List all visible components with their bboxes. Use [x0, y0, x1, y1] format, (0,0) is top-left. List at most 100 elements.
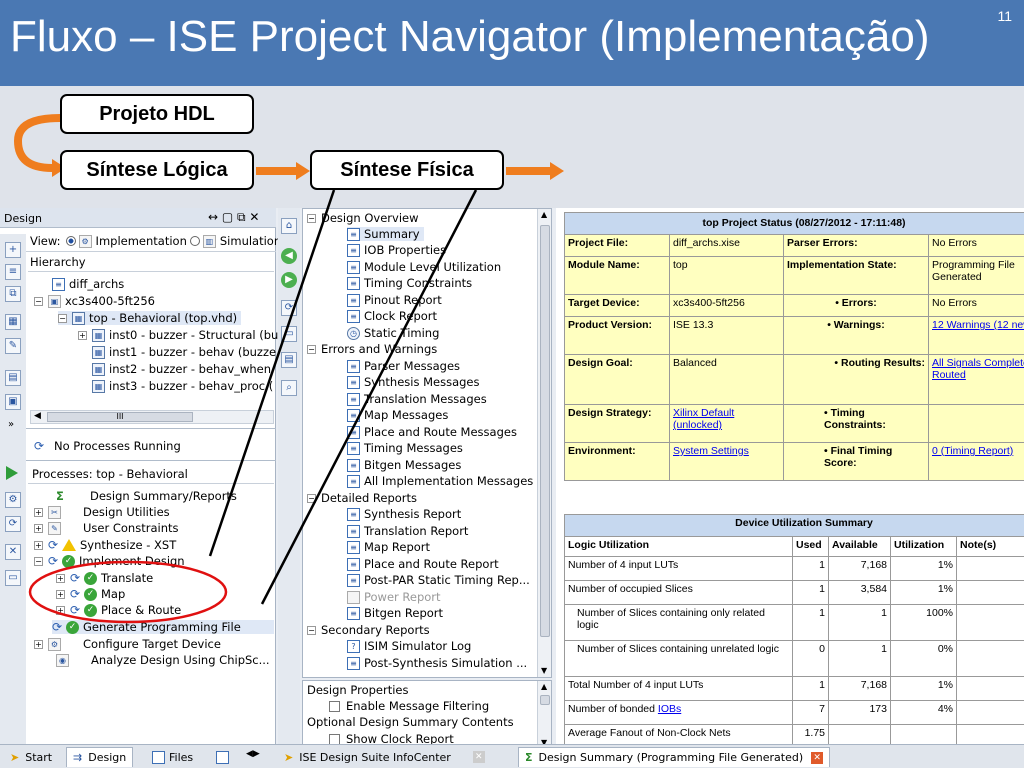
collapse-icon[interactable]: −	[34, 556, 43, 566]
scroll-thumb[interactable]: III	[47, 412, 193, 422]
system-settings-link[interactable]: System Settings	[673, 445, 749, 457]
iobs-link[interactable]: IOBs	[658, 703, 681, 715]
routing-results-link[interactable]: All Signals Completely Routed	[932, 357, 1024, 381]
tab-infocenter[interactable]: ➤ ISE Design Suite InfoCenter ✕	[278, 747, 491, 767]
view-sim-label[interactable]: Simulation	[220, 234, 281, 248]
process-generate-programming[interactable]: ⟳ ✓ Generate Programming File	[52, 620, 274, 634]
close-icon[interactable]: ✕	[472, 751, 485, 763]
run-icon[interactable]	[6, 466, 18, 480]
process-implement-design[interactable]: − ⟳ ✓ Implement Design	[34, 554, 185, 568]
tree-iob-properties[interactable]: ≡ IOB Properties	[347, 243, 446, 257]
tree-inst2[interactable]: ▦ inst2 - buzzer - behav_when	[92, 362, 271, 376]
tree-clock-report[interactable]: ≡ Clock Report	[347, 309, 437, 323]
tree-design-overview[interactable]: − Design Overview	[307, 211, 419, 225]
tab-design[interactable]: ⇉ Design	[66, 747, 134, 767]
expand-icon[interactable]: +	[34, 507, 43, 517]
process-analyze-chipscope[interactable]: ◉ Analyze Design Using ChipSc...	[56, 653, 270, 667]
scroll-up-icon[interactable]: ▲	[541, 682, 547, 691]
tree-device[interactable]: − ▣ xc3s400-5ft256	[34, 294, 155, 308]
tree-isim-log[interactable]: ? ISIM Simulator Log	[347, 639, 471, 653]
collapse-icon[interactable]: −	[58, 313, 67, 323]
tree-all-impl-messages[interactable]: ≡ All Implementation Messages	[347, 474, 533, 488]
tab-scroll-arrows[interactable]: ◀▶	[246, 749, 260, 759]
collapse-icon[interactable]: −	[34, 296, 43, 306]
tree-module-utilization[interactable]: ≡ Module Level Utilization	[347, 260, 501, 274]
tree-bitgen-messages[interactable]: ≡ Bitgen Messages	[347, 458, 461, 472]
expand-icon[interactable]: +	[56, 605, 65, 615]
summary-tree-scrollbar[interactable]: ▲ ▼	[537, 209, 551, 677]
tree-parser-messages[interactable]: ≡ Parser Messages	[347, 359, 460, 373]
find-icon[interactable]: ⌕	[281, 380, 297, 396]
tree-inst0[interactable]: + ▦ inst0 - buzzer - Structural (bu	[78, 328, 278, 342]
refresh-icon[interactable]: ⟳	[281, 300, 297, 316]
expand-icon[interactable]: +	[34, 639, 43, 649]
tree-static-timing[interactable]: ◷ Static Timing	[347, 326, 439, 340]
tab-design-summary[interactable]: Σ Design Summary (Programming File Genera…	[518, 747, 831, 767]
tab-start[interactable]: ➤ Start	[4, 747, 58, 767]
tree-post-par-timing[interactable]: ≡ Post-PAR Static Timing Rep...	[347, 573, 530, 587]
tree-power-report[interactable]: Power Report	[347, 590, 441, 604]
tree-inst1[interactable]: ▦ inst1 - buzzer - behav (buzze	[92, 345, 276, 359]
forward-icon[interactable]: ▶	[281, 272, 297, 288]
enable-filter-checkbox[interactable]	[329, 700, 340, 712]
tree-map-messages[interactable]: ≡ Map Messages	[347, 408, 448, 422]
process-properties-icon[interactable]: ⚙	[5, 492, 21, 508]
expand-icon[interactable]: +	[56, 573, 65, 583]
expand-icon[interactable]: +	[34, 540, 43, 550]
show-clock-checkbox[interactable]	[329, 733, 340, 745]
view-impl-label[interactable]: Implementation	[96, 234, 187, 248]
tree-timing-messages[interactable]: ≡ Timing Messages	[347, 441, 463, 455]
scroll-up-icon[interactable]: ▲	[541, 210, 547, 219]
file-icon[interactable]: ▤	[5, 370, 21, 386]
open-report-icon[interactable]: ▭	[5, 570, 21, 586]
tree-top-module[interactable]: − ▦ top - Behavioral (top.vhd)	[58, 311, 242, 325]
tree-detailed-reports[interactable]: − Detailed Reports	[307, 491, 417, 505]
process-translate[interactable]: + ⟳ ✓ Translate	[56, 571, 153, 585]
home-icon[interactable]: ⌂	[281, 218, 297, 234]
collapse-icon[interactable]: −	[307, 625, 316, 635]
tree-par-messages[interactable]: ≡ Place and Route Messages	[347, 425, 517, 439]
process-place-route[interactable]: + ⟳ ✓ Place & Route	[56, 603, 181, 617]
new-source-icon[interactable]: +	[5, 242, 21, 258]
rerun-all-icon[interactable]: ⟳	[5, 516, 21, 532]
add-source-icon[interactable]: ≡	[5, 264, 21, 280]
tab-files[interactable]: Files	[146, 747, 199, 767]
close-icon[interactable]: ✕	[811, 751, 824, 764]
tree-post-synthesis-sim[interactable]: ≡ Post-Synthesis Simulation ...	[347, 656, 527, 670]
collapse-icon[interactable]: −	[307, 213, 316, 223]
properties-scrollbar[interactable]: ▲ ▼	[537, 681, 551, 749]
stop-process-icon[interactable]: ✕	[5, 544, 21, 560]
scroll-left-icon[interactable]: ◀	[34, 411, 41, 421]
tree-errors-warnings[interactable]: − Errors and Warnings	[307, 342, 437, 356]
scroll-thumb[interactable]	[540, 225, 550, 637]
scroll-thumb[interactable]	[540, 695, 550, 705]
tree-bitgen-report[interactable]: ≡ Bitgen Report	[347, 606, 443, 620]
expand-icon[interactable]: +	[34, 523, 43, 533]
source-properties-icon[interactable]: ✎	[5, 338, 21, 354]
tree-timing-constraints[interactable]: ≡ Timing Constraints	[347, 276, 472, 290]
scroll-down-icon[interactable]: ▼	[541, 666, 547, 675]
collapse-icon[interactable]: −	[307, 344, 316, 354]
tree-par-report[interactable]: ≡ Place and Route Report	[347, 557, 499, 571]
tree-inst3[interactable]: ▦ inst3 - buzzer - behav_proc (	[92, 379, 273, 393]
design-strategy-link[interactable]: Xilinx Default (unlocked)	[673, 407, 734, 431]
tree-translation-report[interactable]: ≡ Translation Report	[347, 524, 468, 538]
tree-pinout-report[interactable]: ≡ Pinout Report	[347, 293, 442, 307]
print-preview-icon[interactable]: ▤	[281, 352, 297, 368]
tree-secondary-reports[interactable]: − Secondary Reports	[307, 623, 430, 637]
process-design-summary[interactable]: Σ Design Summary/Reports	[56, 489, 237, 503]
tree-map-report[interactable]: ≡ Map Report	[347, 540, 430, 554]
more-icon[interactable]: »	[8, 419, 14, 430]
tab-libraries[interactable]	[210, 747, 239, 767]
process-map[interactable]: + ⟳ ✓ Map	[56, 587, 125, 601]
process-user-constraints[interactable]: + ✎ User Constraints	[34, 521, 178, 535]
tree-translation-messages[interactable]: ≡ Translation Messages	[347, 392, 487, 406]
timing-report-link[interactable]: 0 (Timing Report)	[932, 445, 1013, 457]
add-copy-icon[interactable]: ⧉	[5, 286, 21, 302]
collapse-icon[interactable]: −	[307, 493, 316, 503]
enable-filter-option[interactable]: Enable Message Filtering	[329, 699, 489, 713]
tree-summary[interactable]: ≡ Summary	[347, 227, 424, 241]
expand-icon[interactable]: +	[78, 330, 87, 340]
hierarchy-icon[interactable]: ▦	[5, 314, 21, 330]
view-impl-radio[interactable]	[65, 236, 76, 246]
